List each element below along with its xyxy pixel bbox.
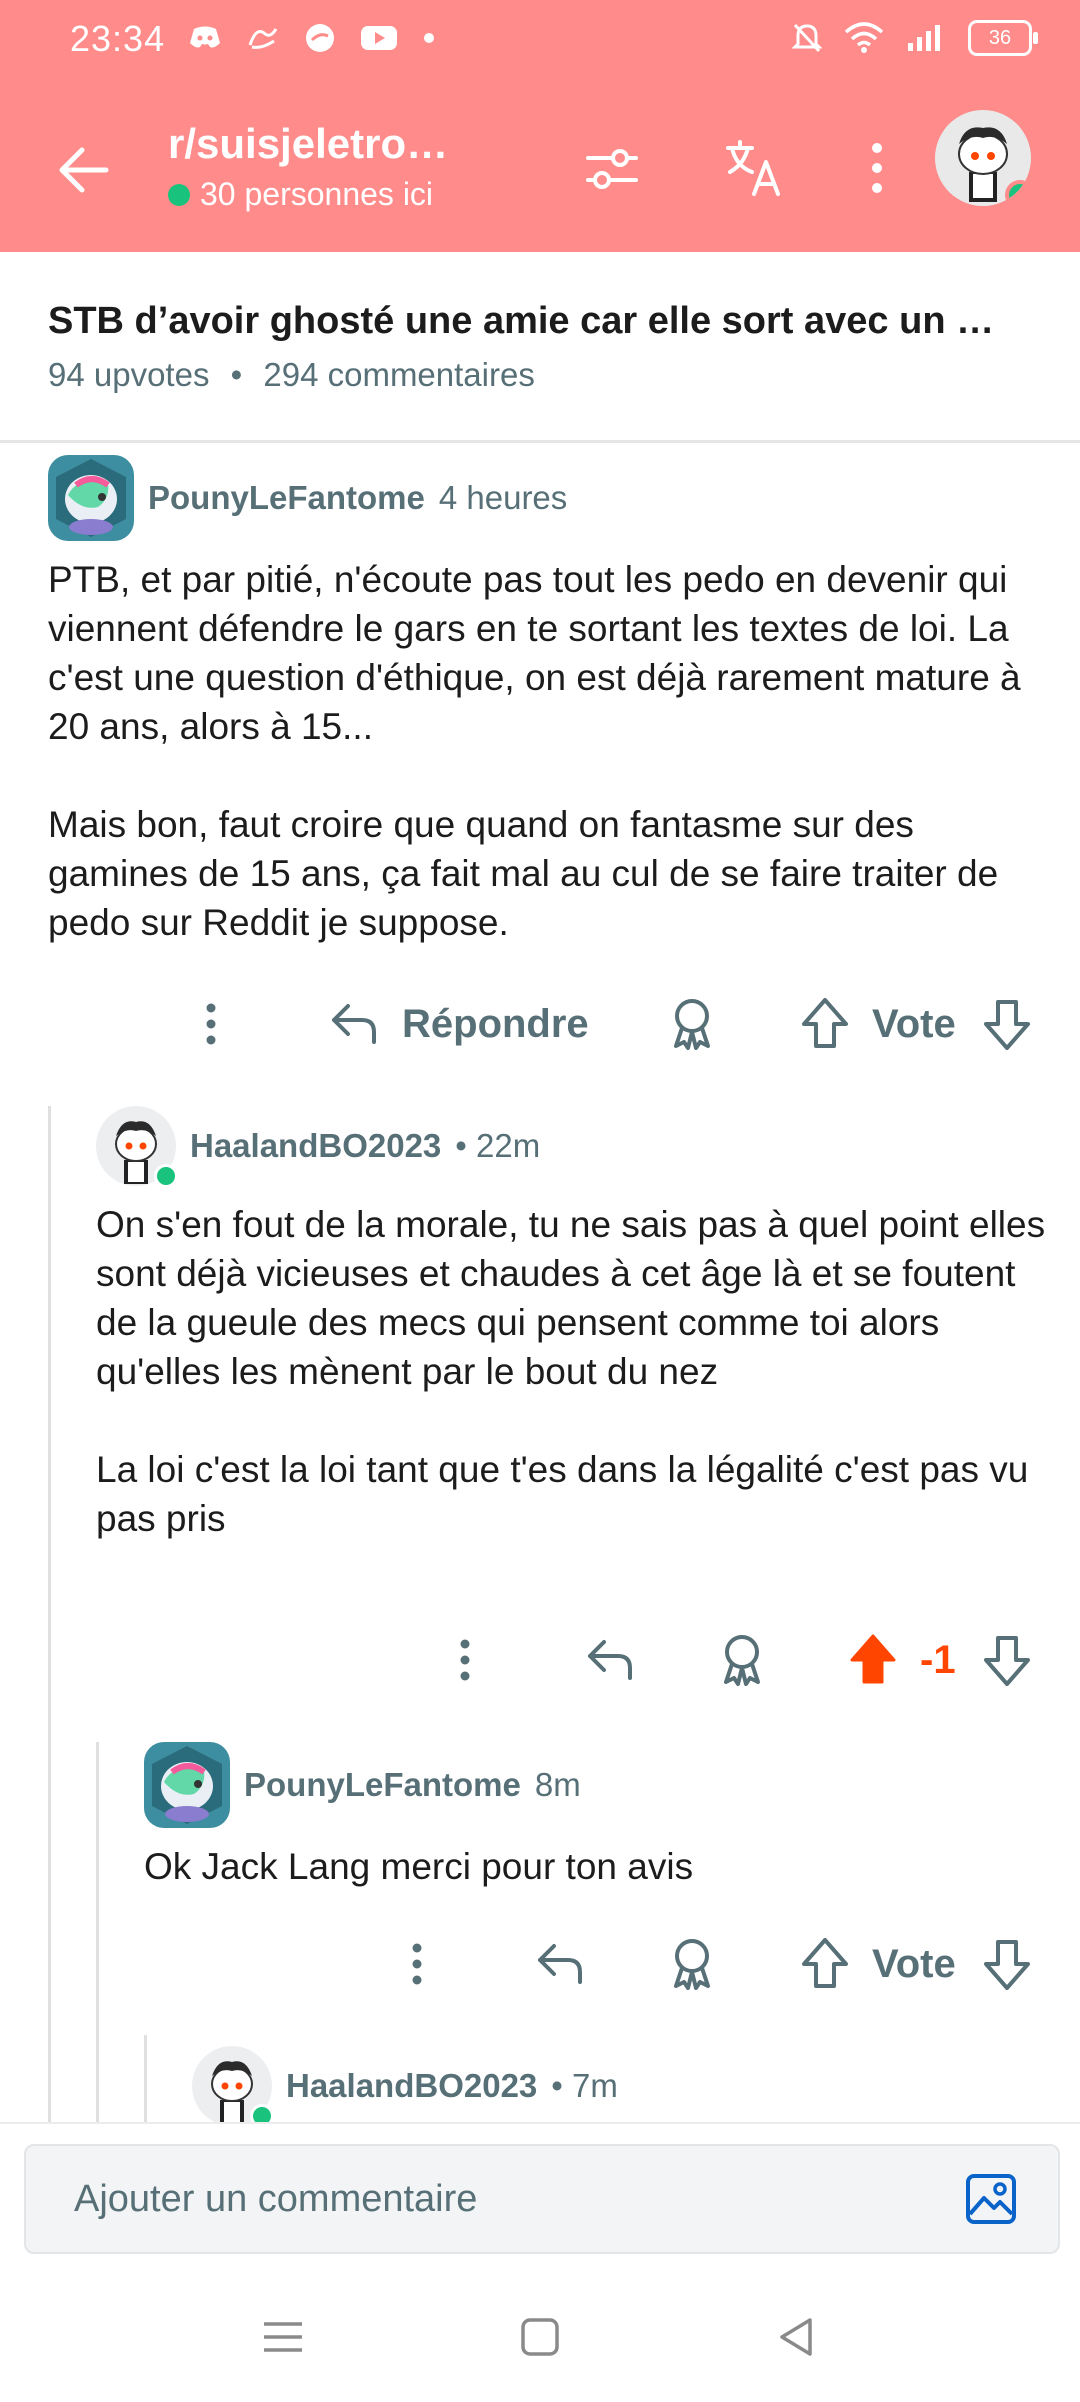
- comment-time: • 22m: [455, 1127, 541, 1164]
- more-options-icon[interactable]: [402, 1940, 432, 1988]
- app-icon: [248, 28, 278, 49]
- more-options-icon[interactable]: [450, 1636, 480, 1684]
- upvote-icon[interactable]: [800, 996, 850, 1050]
- comment-header: PounyLeFantome 8m: [144, 1742, 1056, 1828]
- comment-paragraph: Ok Jack Lang merci pour ton avis: [144, 1846, 694, 1887]
- status-bar: 23:34 36: [0, 0, 1080, 84]
- dot-icon: [424, 33, 434, 43]
- discord-icon: [190, 26, 220, 48]
- back-nav-icon[interactable]: [770, 2310, 824, 2364]
- reply-icon[interactable]: [328, 998, 380, 1050]
- comment-paragraph: PTB, et par pitié, n'écoute pas tout les…: [48, 559, 1021, 747]
- more-icon[interactable]: [845, 136, 909, 200]
- system-nav-bar: [0, 2292, 1080, 2382]
- comment-time: 4 heures: [438, 479, 568, 516]
- online-count: 30 personnes ici: [168, 176, 433, 213]
- comment-input-placeholder: Ajouter un commentaire: [74, 2178, 478, 2220]
- filter-icon[interactable]: [580, 136, 644, 200]
- comment-input[interactable]: Ajouter un commentaire: [24, 2144, 1060, 2254]
- post-title[interactable]: STB d’avoir ghosté une amie car elle sor…: [48, 300, 1028, 343]
- comment-author[interactable]: PounyLeFantome: [244, 1766, 521, 1804]
- comment-author[interactable]: PounyLeFantome: [148, 479, 425, 517]
- status-time: 23:34: [70, 18, 166, 59]
- comment-paragraph: On s'en fout de la morale, tu ne sais pa…: [96, 1204, 1046, 1392]
- comment-time: • 7m: [551, 2067, 618, 2104]
- comment: HaalandBO2023 • 7m: [192, 2046, 1052, 2128]
- avatar[interactable]: [192, 2046, 274, 2128]
- meta-separator: •: [230, 356, 243, 393]
- app-header-bar: 23:34 36 r/suisjeletro… 30 personnes ici: [0, 0, 1080, 252]
- menu-icon[interactable]: [256, 2310, 310, 2364]
- vote-score: -1: [920, 1638, 956, 1682]
- vote-label: Vote: [872, 1942, 956, 1986]
- reply-icon[interactable]: [584, 1634, 636, 1686]
- reply-icon[interactable]: [534, 1938, 586, 1990]
- comment: PounyLeFantome 4 heures PTB, et par piti…: [48, 455, 1038, 947]
- home-icon[interactable]: [513, 2310, 567, 2364]
- award-icon[interactable]: [714, 1630, 770, 1688]
- battery-indicator: 36: [968, 20, 1038, 56]
- chat-icon: [306, 24, 334, 52]
- downvote-icon[interactable]: [982, 1634, 1032, 1688]
- online-count-label: 30 personnes ici: [200, 176, 434, 212]
- thread-line: [144, 2035, 147, 2122]
- notification-icons: [188, 22, 436, 54]
- image-icon[interactable]: [964, 2172, 1018, 2226]
- comment: PounyLeFantome 8m Ok Jack Lang merci pou…: [144, 1742, 1056, 1891]
- wifi-icon: [844, 22, 884, 53]
- user-avatar[interactable]: [935, 110, 1031, 206]
- vote-label: Vote: [872, 1002, 956, 1046]
- award-icon[interactable]: [664, 1934, 720, 1992]
- downvote-icon[interactable]: [982, 998, 1032, 1052]
- comment-paragraph: Mais bon, faut croire que quand on fanta…: [48, 804, 999, 943]
- signal-icon: [908, 25, 940, 51]
- more-options-icon[interactable]: [196, 1000, 226, 1048]
- comment-body: PTB, et par pitié, n'écoute pas tout les…: [48, 555, 1038, 947]
- back-arrow-icon[interactable]: [52, 140, 112, 200]
- comment-paragraph: La loi c'est la loi tant que t'es dans l…: [96, 1449, 1029, 1539]
- online-dot-icon: [168, 183, 190, 206]
- comment-author[interactable]: HaalandBO2023: [190, 1127, 441, 1165]
- comment-header: HaalandBO2023 • 22m: [96, 1106, 1056, 1188]
- thread-line: [96, 1742, 99, 2122]
- avatar[interactable]: [48, 455, 134, 541]
- ghost-avatar-icon: [56, 459, 126, 537]
- ghost-avatar-icon: [152, 1746, 222, 1824]
- divider: [0, 440, 1080, 443]
- comment-header: HaalandBO2023 • 7m: [192, 2046, 1052, 2128]
- downvote-icon[interactable]: [982, 1938, 1032, 1992]
- avatar[interactable]: [96, 1106, 178, 1188]
- reply-button[interactable]: Répondre: [402, 1002, 589, 1047]
- avatar[interactable]: [144, 1742, 230, 1828]
- comment-body: On s'en fout de la morale, tu ne sais pa…: [96, 1200, 1056, 1543]
- translate-icon[interactable]: [722, 136, 786, 200]
- comment-time: 8m: [534, 1766, 581, 1803]
- comment-body: Ok Jack Lang merci pour ton avis: [144, 1842, 1056, 1891]
- youtube-icon: [361, 26, 397, 50]
- subreddit-header: r/suisjeletro… 30 personnes ici: [0, 84, 1080, 252]
- upvote-active-icon[interactable]: [848, 1632, 898, 1686]
- online-status-dot: [154, 1164, 178, 1188]
- status-right: 36: [792, 20, 1038, 56]
- thread-line: [48, 1106, 51, 2122]
- comment-count: 294 commentaires: [263, 356, 535, 393]
- mute-icon: [792, 23, 822, 53]
- award-icon[interactable]: [664, 994, 720, 1052]
- upvote-icon[interactable]: [800, 1936, 850, 1990]
- upvote-count: 94 upvotes: [48, 356, 210, 393]
- online-status-dot: [1005, 180, 1031, 206]
- post-meta: 94 upvotes • 294 commentaires: [48, 356, 535, 394]
- comment-author[interactable]: HaalandBO2023: [286, 2067, 537, 2105]
- comment: HaalandBO2023 • 22m On s'en fout de la m…: [96, 1106, 1056, 1543]
- comment-header: PounyLeFantome 4 heures: [48, 455, 1038, 541]
- subreddit-name[interactable]: r/suisjeletro…: [168, 120, 448, 168]
